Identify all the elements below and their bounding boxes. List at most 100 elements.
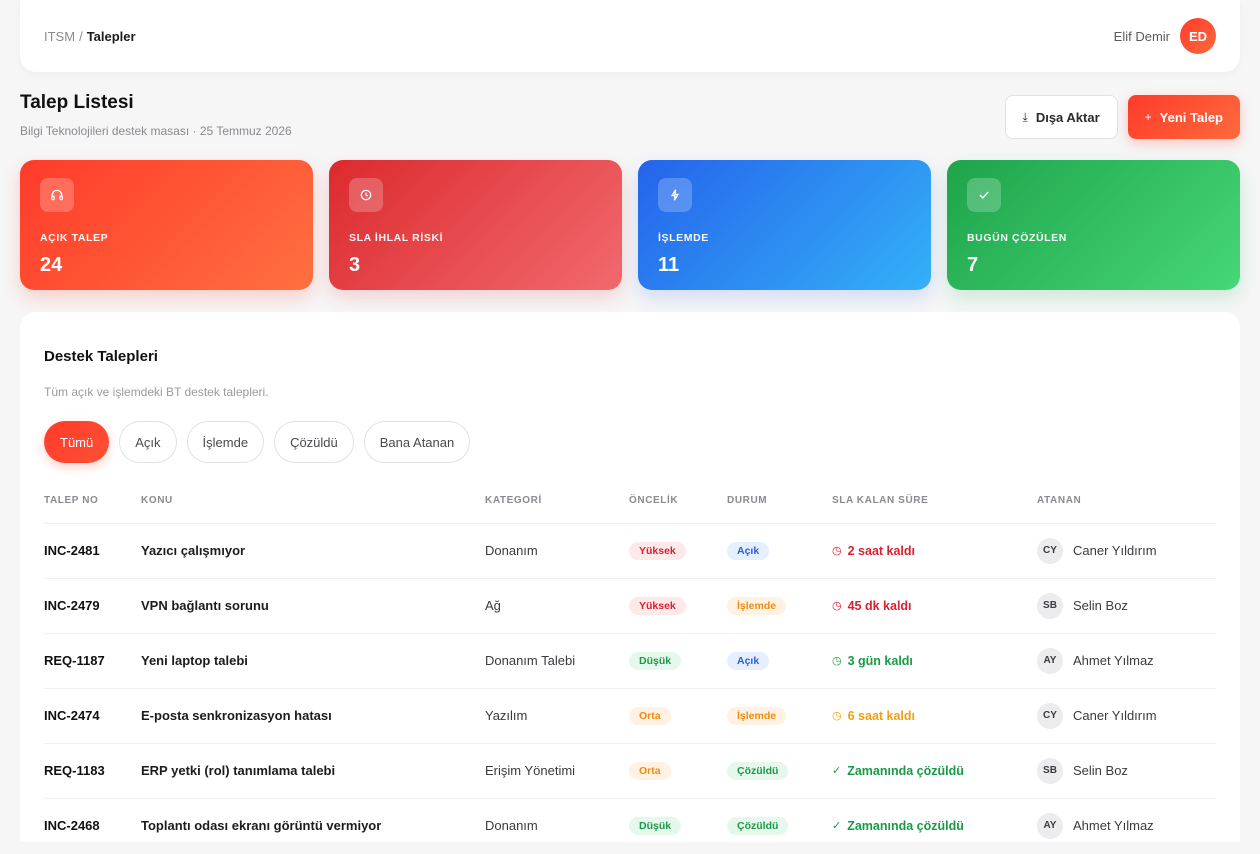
assignee-avatar: AY — [1037, 647, 1063, 674]
status-badge: Açık — [727, 651, 770, 670]
filter-resolved[interactable]: Çözüldü — [274, 421, 354, 463]
check-icon — [967, 178, 1001, 212]
export-button[interactable]: ⤓ Dışa Aktar — [1004, 95, 1118, 139]
stat-value: 11 — [658, 254, 680, 276]
ticket-subject[interactable]: Yazıcı çalışmıyor — [141, 523, 485, 579]
export-button-label: Dışa Aktar — [1035, 109, 1100, 125]
priority-badge: Orta — [629, 761, 671, 780]
assignee-name: Selin Boz — [1073, 763, 1128, 778]
ticket-id[interactable]: REQ-1187 — [44, 633, 141, 689]
avatar[interactable]: ED — [1180, 18, 1216, 54]
breadcrumb-current: Talepler — [86, 28, 136, 44]
table-row[interactable]: REQ-1187 Yeni laptop talebi Donanım Tale… — [44, 633, 1216, 689]
top-bar: ITSM / Talepler Elif Demir ED — [20, 0, 1240, 72]
priority-badge: Yüksek — [629, 541, 686, 560]
priority-badge: Orta — [629, 706, 671, 725]
ticket-id[interactable]: REQ-1183 — [44, 743, 141, 799]
plus-icon: + — [1144, 110, 1152, 124]
assignee-name: Caner Yıldırım — [1073, 543, 1157, 558]
clock-icon — [349, 178, 383, 212]
table-row[interactable]: INC-2479 VPN bağlantı sorunu Ağ Yüksek İ… — [44, 578, 1216, 634]
filter-tabs: Tümü Açık İşlemde Çözüldü Bana Atanan — [44, 421, 1216, 463]
assignee: AY Ahmet Yılmaz — [1037, 812, 1216, 839]
table-row[interactable]: REQ-1183 ERP yetki (rol) tanımlama taleb… — [44, 743, 1216, 799]
ticket-subject[interactable]: Toplantı odası ekranı görüntü vermiyor — [141, 798, 485, 842]
filter-assigned-to-me[interactable]: Bana Atanan — [363, 421, 471, 463]
table-row[interactable]: INC-2468 Toplantı odası ekranı görüntü v… — [44, 798, 1216, 842]
ticket-subject[interactable]: Yeni laptop talebi — [141, 633, 485, 689]
col-header-priority[interactable]: ÖNCELİK — [629, 479, 727, 524]
header-actions: ⤓ Dışa Aktar + Yeni Talep — [1004, 95, 1240, 139]
sla-remaining: ◷ 6 saat kaldı — [832, 709, 1037, 723]
status-badge: Açık — [727, 541, 770, 560]
clock-icon: ◷ — [832, 600, 842, 612]
filter-in-progress[interactable]: İşlemde — [186, 421, 265, 463]
assignee-name: Caner Yıldırım — [1073, 708, 1157, 723]
col-header-id[interactable]: TALEP NO — [44, 479, 141, 524]
status-badge: İşlemde — [727, 706, 787, 725]
ticket-subject[interactable]: E-posta senkronizasyon hatası — [141, 688, 485, 744]
stat-label: İŞLEMDE — [658, 232, 709, 244]
sla-text: 45 dk kaldı — [847, 598, 912, 613]
stat-value: 24 — [40, 254, 63, 276]
ticket-id[interactable]: INC-2474 — [44, 688, 141, 744]
stats-cards: AÇIK TALEP 24 SLA İHLAL RİSKİ 3 İŞLEMDE … — [20, 160, 1240, 290]
table-row[interactable]: INC-2481 Yazıcı çalışmıyor Donanım Yükse… — [44, 523, 1216, 579]
status-badge: İşlemde — [727, 596, 787, 615]
user-menu[interactable]: Elif Demir ED — [1114, 18, 1216, 54]
tickets-panel: Destek Talepleri Tüm açık ve işlemdeki B… — [20, 312, 1240, 842]
breadcrumb-root[interactable]: ITSM — [44, 29, 75, 44]
stat-label: SLA İHLAL RİSKİ — [349, 232, 444, 244]
breadcrumb-separator: / — [79, 28, 83, 44]
table-row[interactable]: INC-2474 E-posta senkronizasyon hatası Y… — [44, 688, 1216, 744]
priority-badge: Düşük — [629, 816, 682, 835]
ticket-id[interactable]: INC-2468 — [44, 798, 141, 842]
ticket-id[interactable]: INC-2479 — [44, 578, 141, 634]
new-ticket-button-label: Yeni Talep — [1159, 109, 1223, 125]
assignee-name: Ahmet Yılmaz — [1073, 653, 1154, 668]
assignee-avatar: CY — [1037, 702, 1063, 729]
priority-badge: Yüksek — [629, 596, 686, 615]
sla-text: 3 gün kaldı — [847, 653, 913, 668]
clock-icon: ◷ — [832, 710, 842, 722]
assignee-avatar: SB — [1037, 757, 1063, 784]
col-header-assignee[interactable]: ATANAN — [1037, 479, 1216, 524]
lightning-icon — [658, 178, 692, 212]
breadcrumb: ITSM / Talepler — [44, 29, 136, 44]
sla-remaining: ✓ Zamanında çözüldü — [832, 819, 1037, 833]
clock-icon: ◷ — [832, 545, 842, 557]
page-title: Talep Listesi — [20, 92, 134, 113]
assignee: CY Caner Yıldırım — [1037, 702, 1216, 729]
ticket-category: Donanım — [485, 523, 629, 579]
col-header-subject[interactable]: KONU — [141, 479, 485, 524]
ticket-id[interactable]: INC-2481 — [44, 523, 141, 579]
stat-card-resolved-today: BUGÜN ÇÖZÜLEN 7 — [947, 160, 1240, 290]
sla-remaining: ◷ 3 gün kaldı — [832, 654, 1037, 668]
filter-open[interactable]: Açık — [119, 421, 177, 463]
panel-subtitle: Tüm açık ve işlemdeki BT destek talepler… — [44, 385, 269, 399]
ticket-subject[interactable]: ERP yetki (rol) tanımlama talebi — [141, 743, 485, 799]
col-header-category[interactable]: KATEGORİ — [485, 479, 629, 524]
assignee: AY Ahmet Yılmaz — [1037, 647, 1216, 674]
col-header-sla[interactable]: SLA KALAN SÜRE — [832, 479, 1037, 524]
assignee-avatar: CY — [1037, 537, 1063, 564]
ticket-subject[interactable]: VPN bağlantı sorunu — [141, 578, 485, 634]
assignee: SB Selin Boz — [1037, 757, 1216, 784]
clock-icon: ◷ — [832, 655, 842, 667]
col-header-status[interactable]: DURUM — [727, 479, 832, 524]
status-badge: Çözüldü — [727, 816, 789, 835]
tickets-table: TALEP NO KONU KATEGORİ ÖNCELİK DURUM SLA… — [44, 479, 1216, 842]
stat-card-open: AÇIK TALEP 24 — [20, 160, 313, 290]
assignee: SB Selin Boz — [1037, 592, 1216, 619]
ticket-category: Yazılım — [485, 688, 629, 744]
sla-text: 2 saat kaldı — [847, 543, 916, 558]
panel-title: Destek Talepleri — [44, 348, 158, 365]
headset-icon — [40, 178, 74, 212]
user-name: Elif Demir — [1113, 28, 1170, 44]
sla-remaining: ◷ 2 saat kaldı — [832, 544, 1037, 558]
stat-label: BUGÜN ÇÖZÜLEN — [967, 232, 1067, 244]
new-ticket-button[interactable]: + Yeni Talep — [1127, 95, 1240, 139]
status-badge: Çözüldü — [727, 761, 789, 780]
filter-all[interactable]: Tümü — [44, 421, 110, 463]
ticket-category: Ağ — [485, 578, 629, 634]
